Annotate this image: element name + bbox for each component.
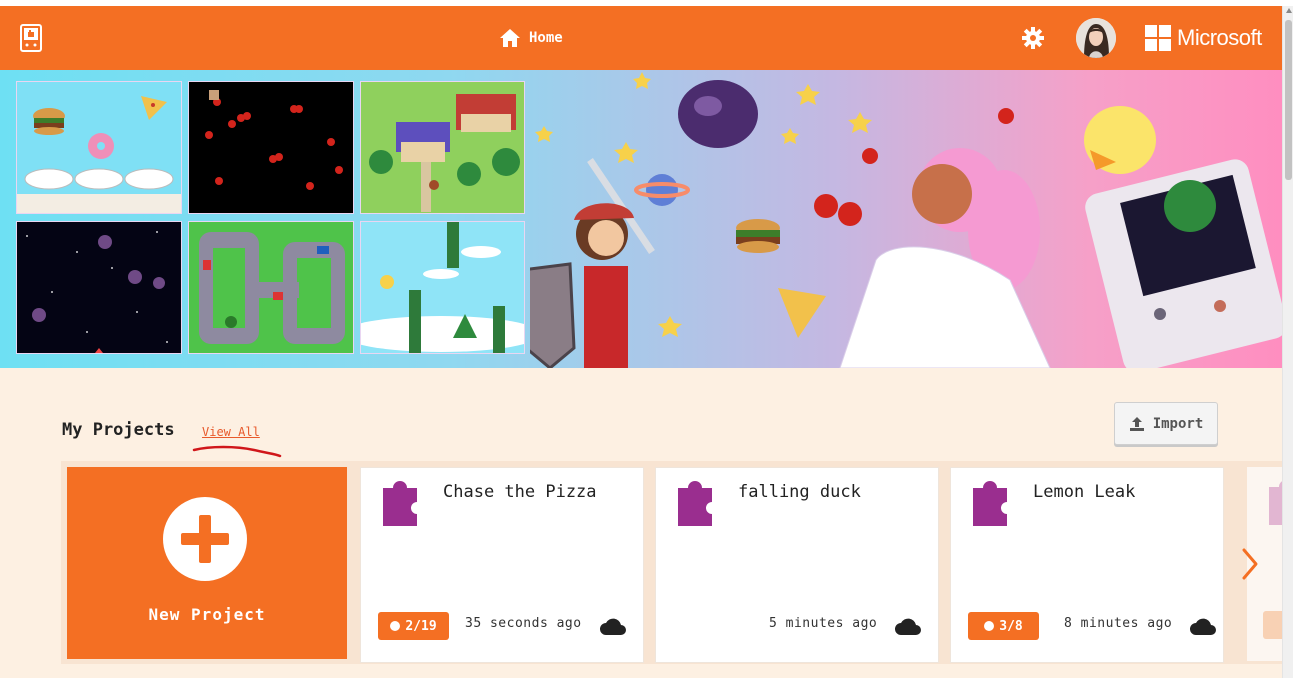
home-icon (500, 29, 520, 47)
project-card[interactable]: Chase the Pizza 2/19 35 seconds ago (360, 467, 644, 663)
hero-characters-illustration (530, 72, 1282, 368)
space-asteroids-game-thumbnail[interactable] (16, 221, 182, 354)
my-projects-heading: My Projects (62, 420, 175, 440)
village-map-game-thumbnail[interactable] (360, 81, 525, 214)
last-edited-time: 35 seconds ago (465, 616, 582, 631)
cloud-icon (600, 618, 626, 635)
microsoft-brand-link[interactable]: Microsoft (1145, 23, 1262, 53)
user-avatar[interactable] (1076, 18, 1116, 58)
last-edited-time: 5 minutes ago (769, 616, 878, 631)
import-button[interactable]: Import (1114, 402, 1218, 445)
badge-dot-icon (984, 621, 995, 631)
last-edited-time: 8 minutes ago (1064, 616, 1173, 631)
project-card[interactable]: Lemon Leak 3/8 8 minutes ago (950, 467, 1224, 663)
makecode-arcade-logo-icon[interactable] (20, 24, 42, 52)
hero-banner (0, 70, 1282, 368)
puzzle-piece-icon (383, 481, 417, 526)
gear-icon[interactable] (1021, 26, 1045, 50)
view-all-link[interactable]: View All (202, 425, 260, 439)
flappy-duck-game-thumbnail[interactable] (360, 221, 525, 354)
scrollbar-thumb[interactable] (1285, 20, 1292, 180)
import-label: Import (1152, 415, 1204, 432)
new-project-label: New Project (148, 605, 266, 624)
home-label: Home (529, 30, 563, 46)
status-badge: 2/19 (378, 612, 449, 640)
home-link[interactable]: Home (499, 26, 563, 50)
puzzle-piece-icon (973, 481, 1007, 526)
view-all-underline-scribble (192, 445, 282, 458)
status-badge: 3/8 (968, 612, 1039, 640)
badge-count: 2/19 (405, 618, 437, 634)
puzzle-piece-icon (1269, 481, 1282, 525)
puzzle-piece-icon (678, 481, 712, 526)
cloud-icon (895, 618, 921, 635)
project-title: falling duck (738, 482, 861, 502)
project-title: Lemon Leak (1033, 482, 1136, 502)
page-scrollbar[interactable] (1282, 6, 1293, 678)
microsoft-logo-icon (1145, 25, 1171, 51)
badge-dot-icon (390, 621, 401, 631)
scroll-up-arrow-icon[interactable] (1286, 8, 1292, 13)
cloud-icon (1190, 618, 1216, 635)
badge-count: 3/8 (999, 618, 1023, 634)
microsoft-label: Microsoft (1177, 25, 1262, 50)
race-track-game-thumbnail[interactable] (188, 221, 354, 354)
project-title: Chase the Pizza (443, 482, 597, 502)
cherries-game-thumbnail[interactable] (188, 81, 354, 214)
project-card[interactable]: falling duck 5 minutes ago (655, 467, 939, 663)
upload-icon (1129, 416, 1144, 431)
plus-icon (163, 497, 247, 581)
new-project-card[interactable]: New Project (67, 467, 347, 659)
top-nav-bar: Home Microsoft (0, 6, 1282, 70)
chevron-right-icon[interactable] (1240, 547, 1260, 581)
burger-plate-game-thumbnail[interactable] (16, 81, 182, 214)
